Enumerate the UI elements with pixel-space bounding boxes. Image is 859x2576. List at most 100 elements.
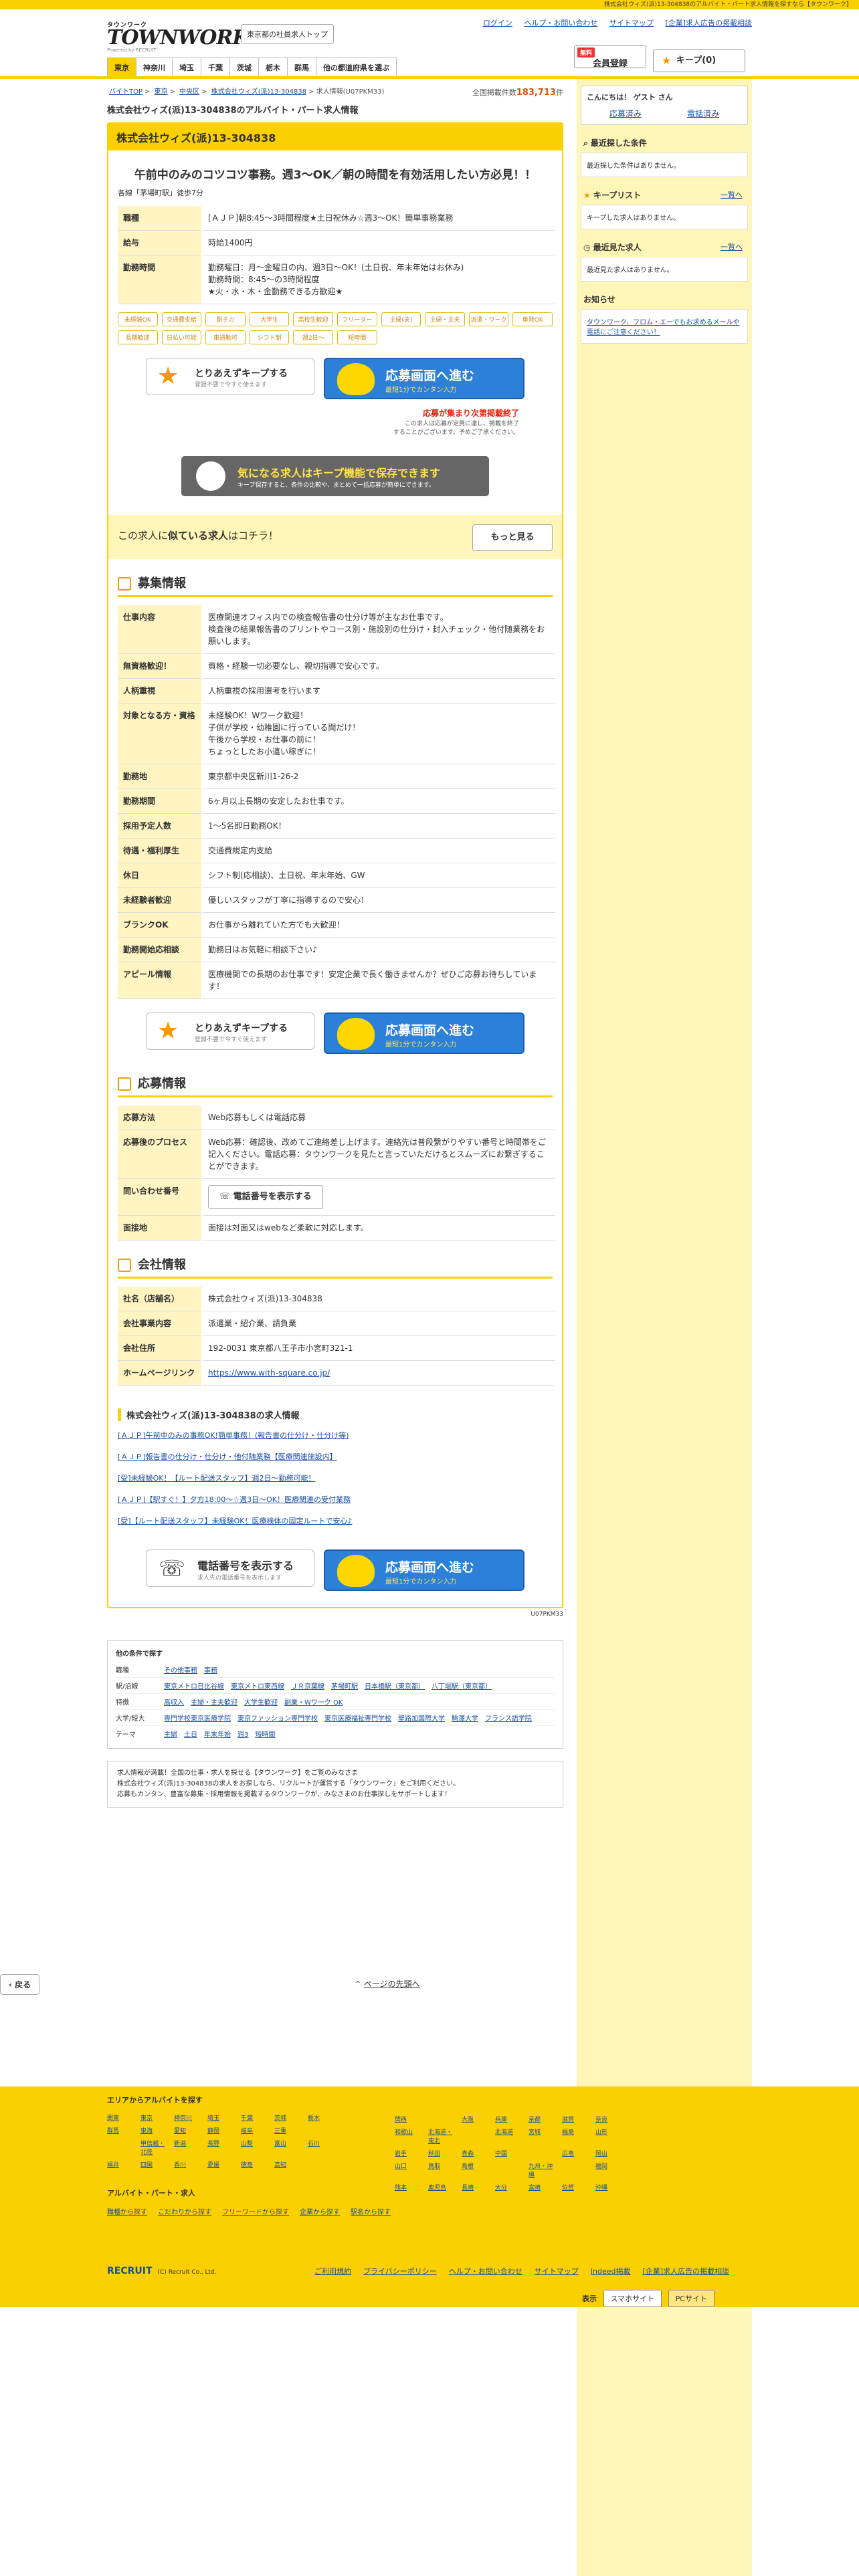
- footer-area-link[interactable]: 関東: [107, 2113, 134, 2122]
- footer-area-link[interactable]: [428, 2115, 455, 2123]
- keep-list-more[interactable]: 一覧へ: [721, 189, 743, 200]
- footer-area-link[interactable]: 熊本: [395, 2183, 421, 2191]
- keep-cta-button[interactable]: ★ とりあえずキープする 登録不要で今すぐ使えます: [146, 358, 314, 395]
- footer-area-link[interactable]: 山形: [595, 2127, 622, 2145]
- footer-area-link[interactable]: 群馬: [107, 2126, 134, 2135]
- footer-area-link[interactable]: 高知: [274, 2160, 301, 2169]
- keep-cta-button[interactable]: ★ とりあえずキープする 登録不要で今すぐ使えます: [146, 1012, 314, 1050]
- member-register-button[interactable]: 無料 会員登録: [574, 45, 646, 69]
- footer-area-link[interactable]: 福島: [562, 2127, 589, 2145]
- crumb-top[interactable]: バイトTOP: [109, 88, 142, 96]
- ad-consult-link[interactable]: [企業]求人広告の掲載相談: [665, 19, 752, 27]
- townwork-logo[interactable]: タウンワーク TOWNWORK Powered by RECRUIT: [107, 20, 250, 53]
- footer-area-link[interactable]: 長野: [207, 2139, 234, 2156]
- footer-area-link[interactable]: [308, 2126, 335, 2135]
- tab-other-pref[interactable]: 他の都道府県を選ぶ: [316, 58, 397, 76]
- footer-area-link[interactable]: 神奈川: [174, 2113, 201, 2122]
- footer-area-link[interactable]: 鳥取: [428, 2161, 455, 2179]
- sitemap-link[interactable]: サイトマップ: [609, 19, 654, 27]
- pc-site-button[interactable]: PCサイト: [668, 2290, 714, 2307]
- more-similar-button[interactable]: もっと見る: [472, 524, 553, 551]
- footer-area-link[interactable]: 富山: [274, 2139, 301, 2156]
- footer-area-link[interactable]: 滋賀: [562, 2115, 589, 2123]
- footer-area-link[interactable]: 東海: [140, 2126, 167, 2135]
- called-link[interactable]: 電話済み: [687, 108, 719, 119]
- footer-area-link[interactable]: [107, 2139, 134, 2156]
- footer-area-link[interactable]: 青森: [462, 2149, 488, 2157]
- crumb-tokyo[interactable]: 東京: [155, 88, 168, 96]
- login-link[interactable]: ログイン: [483, 19, 512, 27]
- footer-area-link[interactable]: [462, 2127, 488, 2145]
- footer-area-link[interactable]: 佐賀: [562, 2183, 589, 2191]
- footer-area-link[interactable]: 埼玉: [207, 2113, 234, 2122]
- footer-area-link[interactable]: 広島: [562, 2149, 589, 2157]
- company-job-link[interactable]: [ＡＪＰ]報告書の仕分け・仕分け・他付随業務【医療関連施設内】: [118, 1453, 337, 1461]
- help-link[interactable]: ヘルプ・お問い合わせ: [524, 19, 597, 27]
- show-tel-button[interactable]: ☏ 電話番号を表示する: [208, 1185, 323, 1209]
- footer-area-link[interactable]: 鹿児島: [428, 2183, 455, 2191]
- footer-area-link[interactable]: 兵庫: [495, 2115, 522, 2123]
- footer-area-link[interactable]: 甲信越・北陸: [140, 2139, 167, 2156]
- footer-area-link[interactable]: 三重: [274, 2126, 301, 2135]
- footer-area-link[interactable]: 島根: [462, 2161, 488, 2179]
- footer-area-link[interactable]: 京都: [529, 2115, 555, 2123]
- footer-area-link[interactable]: 大分: [495, 2183, 522, 2191]
- footer-area-link[interactable]: 茨城: [274, 2113, 301, 2122]
- footer-area-link[interactable]: 千葉: [241, 2113, 268, 2122]
- apply-cta-button[interactable]: 応募画面へ進む 最短1分でカンタン入力: [324, 1549, 524, 1591]
- footer-area-link[interactable]: [529, 2149, 555, 2157]
- apply-cta-button[interactable]: 応募画面へ進む 最短1分でカンタン入力: [324, 1012, 524, 1054]
- back-button[interactable]: ‹ 戻る: [0, 1974, 40, 1995]
- tab-gunma[interactable]: 群馬: [287, 58, 316, 76]
- footer-area-link[interactable]: 石川: [308, 2139, 335, 2156]
- footer-area-link[interactable]: 山口: [395, 2161, 421, 2179]
- footer-area-link[interactable]: 長崎: [462, 2183, 488, 2191]
- footer-area-link[interactable]: 愛媛: [207, 2160, 234, 2169]
- tel-cta-button[interactable]: ☏ 電話番号を表示する 求人先の電話番号を表示します: [146, 1549, 314, 1587]
- viewed-more[interactable]: 一覧へ: [721, 241, 743, 252]
- footer-area-link[interactable]: 四国: [140, 2160, 167, 2169]
- footer-area-link[interactable]: 新潟: [174, 2139, 201, 2156]
- footer-area-link[interactable]: [562, 2161, 589, 2179]
- footer-area-link[interactable]: 宮城: [529, 2127, 555, 2145]
- footer-area-link[interactable]: 北海道・東北: [428, 2127, 455, 2145]
- keep-feature-banner[interactable]: 気になる求人はキープ機能で保存できます キープ保存すると、条件の比較や、まとめて…: [181, 456, 489, 496]
- tab-saitama[interactable]: 埼玉: [172, 58, 201, 76]
- crumb-company[interactable]: 株式会社ウィズ(派)13-304838: [211, 88, 306, 96]
- tab-tochigi[interactable]: 栃木: [258, 58, 288, 76]
- tab-ibaraki[interactable]: 茨城: [229, 58, 259, 76]
- page-top-link[interactable]: ⌃ ページの先頭へ: [355, 1978, 420, 1990]
- footer-area-link[interactable]: 九州・沖縄: [529, 2161, 555, 2179]
- footer-area-link[interactable]: 沖縄: [595, 2183, 622, 2191]
- footer-area-link[interactable]: 宮崎: [529, 2183, 555, 2191]
- footer-area-link[interactable]: 静岡: [207, 2126, 234, 2135]
- footer-area-link[interactable]: 東京: [140, 2113, 167, 2122]
- footer-area-link[interactable]: 北海道: [495, 2127, 522, 2145]
- tab-chiba[interactable]: 千葉: [201, 58, 230, 76]
- footer-area-link[interactable]: 岐阜: [241, 2126, 268, 2135]
- smartphone-site-button[interactable]: スマホサイト: [603, 2290, 662, 2307]
- footer-area-link[interactable]: 山梨: [241, 2139, 268, 2156]
- company-job-link[interactable]: [受]未経験OK！【ルート配送スタッフ】週2日〜勤務可能！: [118, 1474, 315, 1483]
- company-job-link[interactable]: [受]【ルート配送スタッフ】未経験OK！医療検体の固定ルートで安心♪: [118, 1517, 352, 1525]
- footer-area-link[interactable]: 和歌山: [395, 2127, 421, 2145]
- footer-area-link[interactable]: 秋田: [428, 2149, 455, 2157]
- footer-area-link[interactable]: 中国: [495, 2149, 522, 2157]
- tab-tokyo[interactable]: 東京: [107, 58, 136, 76]
- homepage-link[interactable]: https://www.with-square.co.jp/: [208, 1368, 330, 1378]
- crumb-chuo[interactable]: 中央区: [179, 88, 199, 96]
- footer-area-link[interactable]: 愛知: [174, 2126, 201, 2135]
- footer-area-link[interactable]: 岡山: [595, 2149, 622, 2157]
- footer-area-link[interactable]: 奈良: [595, 2115, 622, 2123]
- area-top-button[interactable]: 東京都の社員求人トップ: [241, 24, 334, 44]
- applied-link[interactable]: 応募済み: [609, 108, 642, 119]
- footer-area-link[interactable]: 香川: [174, 2160, 201, 2169]
- footer-area-link[interactable]: 岩手: [395, 2149, 421, 2157]
- tab-kanagawa[interactable]: 神奈川: [136, 58, 173, 76]
- keep-list-button[interactable]: ★ キープ(0): [653, 49, 745, 72]
- company-job-link[interactable]: [ＡＪＰ]午前中のみの事務OK!簡単事務！(報告書の仕分け・仕分け等): [118, 1431, 349, 1440]
- notice-link[interactable]: タウンワーク、フロム・エーでもお求めるメールや電話にご注意ください！: [587, 319, 740, 336]
- footer-area-link[interactable]: 徳島: [241, 2160, 268, 2169]
- footer-area-link[interactable]: [495, 2161, 522, 2179]
- apply-cta-button[interactable]: 応募画面へ進む 最短1分でカンタン入力: [324, 358, 524, 399]
